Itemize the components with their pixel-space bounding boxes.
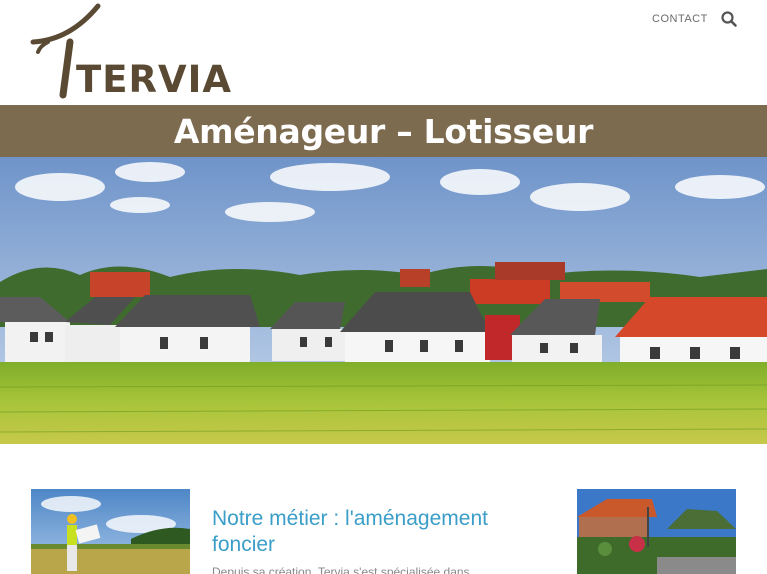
site-header: TERVIA CONTACT — [0, 0, 767, 105]
banner-title: Aménageur – Lotisseur — [173, 111, 594, 151]
hero-image — [0, 157, 767, 444]
worker-image — [31, 489, 190, 574]
site-logo[interactable]: TERVIA — [30, 2, 231, 101]
section-text: Depuis sa création, Tervia s'est spécial… — [212, 565, 470, 574]
section-title: Notre métier : l'aménagement foncier — [212, 507, 488, 556]
nav-contact-link[interactable]: CONTACT — [652, 13, 708, 25]
logo-wordmark: TERVIA — [76, 58, 233, 101]
tagline-banner: Aménageur – Lotisseur — [0, 105, 767, 157]
house-image — [577, 489, 736, 574]
search-icon[interactable] — [720, 10, 738, 28]
